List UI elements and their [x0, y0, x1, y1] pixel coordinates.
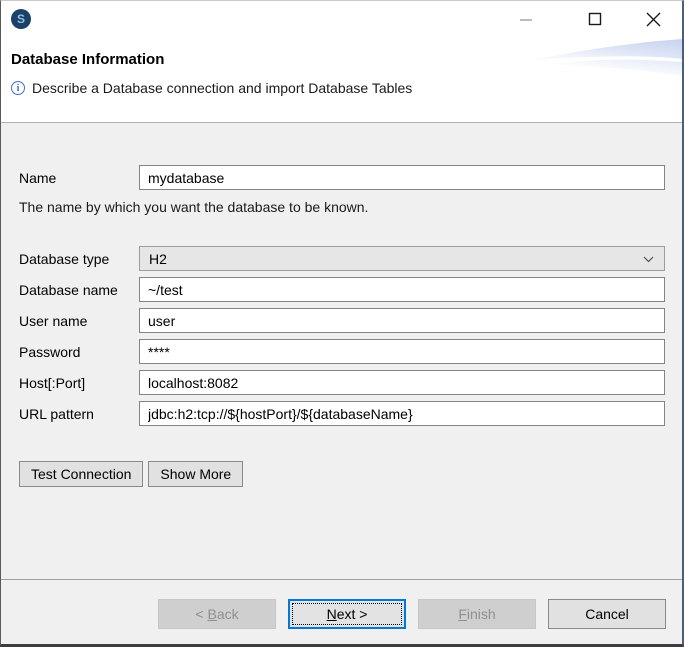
- title-bar: S: [1, 1, 682, 38]
- chevron-down-icon: [643, 256, 654, 263]
- form-area: Name The name by which you want the data…: [1, 123, 682, 579]
- dialog-window: S: [0, 0, 684, 647]
- database-name-label: Database name: [19, 282, 139, 298]
- close-icon[interactable]: [640, 12, 666, 28]
- wizard-description: Describe a Database connection and impor…: [32, 80, 412, 96]
- password-input[interactable]: [139, 339, 665, 364]
- minimize-icon[interactable]: [513, 12, 539, 28]
- database-name-input[interactable]: [139, 277, 665, 302]
- url-pattern-label: URL pattern: [19, 406, 139, 422]
- password-label: Password: [19, 344, 139, 360]
- next-button[interactable]: Next >: [288, 599, 406, 629]
- cancel-button[interactable]: Cancel: [548, 599, 666, 629]
- back-button[interactable]: < Back: [158, 599, 276, 629]
- app-icon: S: [11, 9, 31, 29]
- user-name-input[interactable]: [139, 308, 665, 333]
- database-type-label: Database type: [19, 251, 139, 267]
- show-more-button[interactable]: Show More: [148, 461, 243, 487]
- host-port-label: Host[:Port]: [19, 375, 139, 391]
- name-label: Name: [19, 170, 139, 186]
- info-icon: i: [11, 81, 25, 95]
- database-type-value: H2: [149, 251, 167, 267]
- page-title: Database Information: [11, 51, 164, 68]
- url-pattern-input[interactable]: [139, 401, 665, 426]
- maximize-icon[interactable]: [582, 12, 608, 28]
- database-type-select[interactable]: H2: [139, 246, 665, 271]
- host-port-input[interactable]: [139, 370, 665, 395]
- user-name-label: User name: [19, 313, 139, 329]
- name-input[interactable]: [139, 165, 665, 190]
- finish-button[interactable]: Finish: [418, 599, 536, 629]
- name-help-text: The name by which you want the database …: [19, 199, 665, 215]
- button-bar: < Back Next > Finish Cancel: [1, 579, 682, 644]
- wizard-banner: Database Information i Describe a Databa…: [1, 38, 682, 123]
- test-connection-button[interactable]: Test Connection: [19, 461, 143, 487]
- banner-swoosh-decoration: [532, 38, 682, 78]
